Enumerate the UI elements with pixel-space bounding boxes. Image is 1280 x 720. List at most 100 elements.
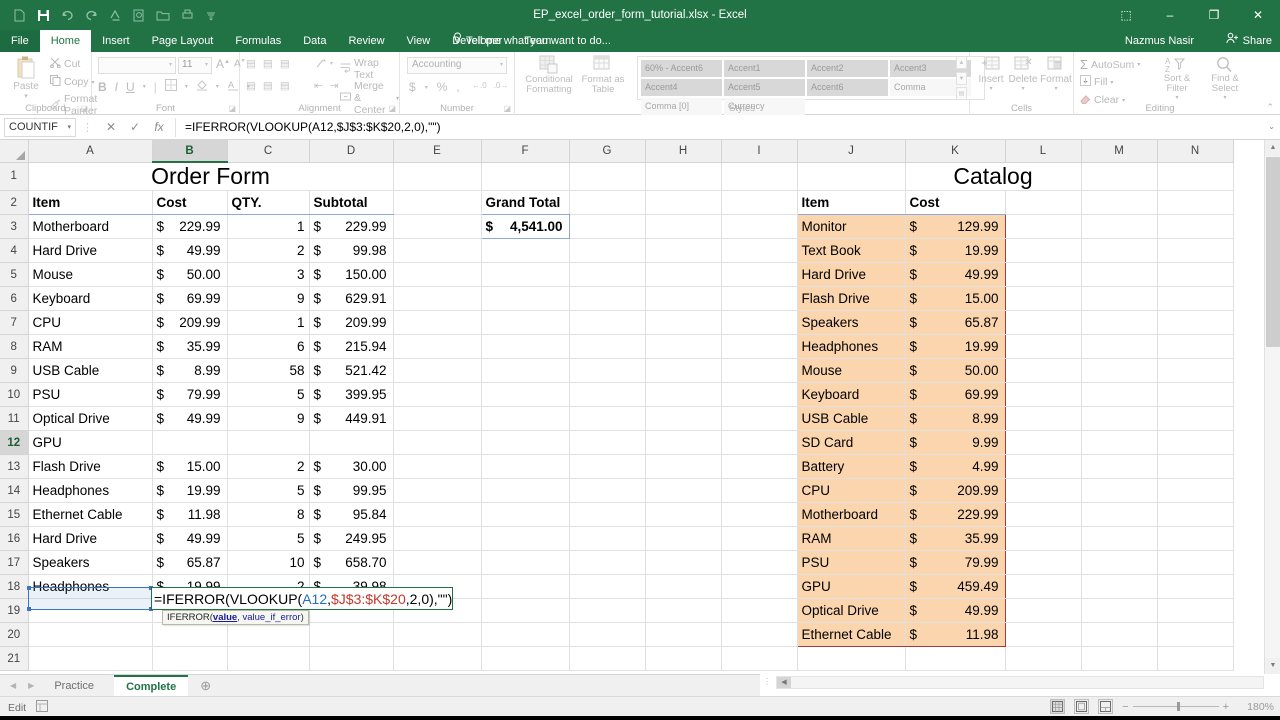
cell-B15[interactable]: $11.98 <box>152 502 228 527</box>
cell-N20[interactable] <box>1157 622 1234 647</box>
minimize-button[interactable]: – <box>1148 0 1192 30</box>
cell-G7[interactable] <box>569 310 646 335</box>
wrap-text-button[interactable]: Wrap Text <box>340 57 399 81</box>
sheet-row[interactable]: 16 Hard Drive $49.99 5 $249.95 RAM $35.99 <box>0 526 1234 551</box>
share-button[interactable]: Share <box>1226 30 1272 52</box>
styles-gallery-up-icon[interactable]: ▲ <box>956 56 967 69</box>
cell-A6[interactable]: Keyboard <box>28 286 153 311</box>
ribbon-tab-review[interactable]: Review <box>337 30 395 52</box>
row-header-14[interactable]: 14 <box>0 478 29 503</box>
vertical-scrollbar[interactable]: ▲ ▼ <box>1264 140 1280 674</box>
cell-J13[interactable]: Battery <box>796 454 906 479</box>
cell-I5[interactable] <box>721 262 798 287</box>
style-chip-accent2[interactable]: Accent2 <box>807 60 888 77</box>
cell-D7[interactable]: $209.99 <box>309 310 394 335</box>
cell-H5[interactable] <box>645 262 722 287</box>
cell-G14[interactable] <box>569 478 646 503</box>
cell-K11[interactable]: $8.99 <box>905 406 1006 431</box>
cell-M7[interactable] <box>1081 310 1158 335</box>
cell-H12[interactable] <box>645 430 722 455</box>
cell-B17[interactable]: $65.87 <box>152 550 228 575</box>
cell-H7[interactable] <box>645 310 722 335</box>
cell-B3[interactable]: $229.99 <box>152 214 228 239</box>
accounting-chevron-down-icon[interactable]: ▾ <box>425 84 428 91</box>
cell-J14[interactable]: CPU <box>796 478 906 503</box>
cell-K6[interactable]: $15.00 <box>905 286 1006 311</box>
cell-F13[interactable] <box>481 454 570 479</box>
cell-J20[interactable]: Ethernet Cable <box>796 622 906 647</box>
cell-K14[interactable]: $209.99 <box>905 478 1006 503</box>
cell-K3[interactable]: $129.99 <box>905 214 1006 239</box>
clipboard-dialog-launcher-icon[interactable]: ◪ <box>80 104 88 113</box>
cell-J5[interactable]: Hard Drive <box>796 262 906 287</box>
cell-C5[interactable]: 3 <box>227 262 310 287</box>
cell-A13[interactable]: Flash Drive <box>28 454 153 479</box>
cell-F11[interactable] <box>481 406 570 431</box>
cell-E5[interactable] <box>393 262 482 287</box>
sheet-row[interactable]: 2 Item Cost QTY. Subtotal Grand Total Item Cost <box>0 190 1234 215</box>
cell-E14[interactable] <box>393 478 482 503</box>
cell-E11[interactable] <box>393 406 482 431</box>
cell-I6[interactable] <box>721 286 798 311</box>
cell-C10[interactable]: 5 <box>227 382 310 407</box>
merge-center-chevron-down-icon[interactable]: ▾ <box>396 95 399 102</box>
cell-N11[interactable] <box>1157 406 1234 431</box>
cell-G17[interactable] <box>569 550 646 575</box>
column-header-h[interactable]: H <box>645 140 722 163</box>
font-name-chevron-down-icon[interactable]: ▾ <box>169 61 172 68</box>
align-bottom-icon[interactable]: ▤ <box>280 58 290 70</box>
column-header-b[interactable]: B <box>152 140 228 163</box>
cell-A20[interactable] <box>28 622 153 647</box>
cell-C4[interactable]: 2 <box>227 238 310 263</box>
cell-A14[interactable]: Headphones <box>28 478 153 503</box>
cell-M9[interactable] <box>1081 358 1158 383</box>
cell-D2[interactable]: Subtotal <box>309 190 394 215</box>
cell-F2[interactable]: Grand Total <box>481 190 570 215</box>
tell-me-search[interactable]: Tell me what you want to do... <box>453 30 611 52</box>
sheet-row[interactable]: 6 Keyboard $69.99 9 $629.91 Flash Drive $15.00 <box>0 286 1234 311</box>
select-all-corner[interactable] <box>0 140 29 163</box>
cell-K15[interactable]: $229.99 <box>905 502 1006 527</box>
cell-M8[interactable] <box>1081 334 1158 359</box>
sheet-row[interactable]: 11 Optical Drive $49.99 9 $449.91 USB Cable $8… <box>0 406 1234 431</box>
cell-K4[interactable]: $19.99 <box>905 238 1006 263</box>
cell-B20[interactable] <box>152 622 228 647</box>
cell-D21[interactable] <box>309 646 394 671</box>
cell-J4[interactable]: Text Book <box>796 238 906 263</box>
sheet-nav-arrows[interactable]: ◀ ▶ <box>10 681 34 690</box>
delete-chevron-down-icon[interactable]: ▾ <box>1021 85 1024 92</box>
cell-F7[interactable] <box>481 310 570 335</box>
style-chip-accent5[interactable]: Accent5 <box>724 79 805 96</box>
row-header-20[interactable]: 20 <box>0 622 29 647</box>
cell-H3[interactable] <box>645 214 722 239</box>
underline-chevron-down-icon[interactable]: ▾ <box>143 83 146 90</box>
cell-A5[interactable]: Mouse <box>28 262 153 287</box>
sort-filter-button[interactable]: AZ Sort & Filter ▾ <box>1156 56 1198 101</box>
cell-A12[interactable]: GPU <box>28 430 153 455</box>
borders-chevron-down-icon[interactable]: ▾ <box>185 83 188 90</box>
cell-G20[interactable] <box>569 622 646 647</box>
cell-H19[interactable] <box>645 598 722 623</box>
cell-N12[interactable] <box>1157 430 1234 455</box>
cell-H9[interactable] <box>645 358 722 383</box>
cell-styles-gallery[interactable]: 60% - Accent6 Accent1 Accent2 Accent3 Ac… <box>637 56 985 115</box>
autosum-chevron-down-icon[interactable]: ▾ <box>1137 61 1140 68</box>
cell-L19[interactable] <box>1005 598 1082 623</box>
collapse-ribbon-icon[interactable]: ⌃ <box>1266 102 1274 113</box>
cell-A10[interactable]: PSU <box>28 382 153 407</box>
accessibility-checker-icon[interactable] <box>36 700 49 715</box>
accounting-format-button[interactable]: $ <box>409 80 416 94</box>
sheet-row[interactable]: 12 GPU SD Card $9.99 <box>0 430 1234 455</box>
cell-F21[interactable] <box>481 646 570 671</box>
cell-L14[interactable] <box>1005 478 1082 503</box>
vertical-scroll-thumb[interactable] <box>1266 157 1280 347</box>
cell-E9[interactable] <box>393 358 482 383</box>
cell-J15[interactable]: Motherboard <box>796 502 906 527</box>
cell-K9[interactable]: $50.00 <box>905 358 1006 383</box>
sheet-row[interactable]: 17 Speakers $65.87 10 $658.70 PSU $79.99 <box>0 550 1234 575</box>
style-chip-accent6[interactable]: Accent6 <box>807 79 888 96</box>
cell-M10[interactable] <box>1081 382 1158 407</box>
cell-I15[interactable] <box>721 502 798 527</box>
bold-button[interactable]: B <box>98 80 107 94</box>
cell-E21[interactable] <box>393 646 482 671</box>
